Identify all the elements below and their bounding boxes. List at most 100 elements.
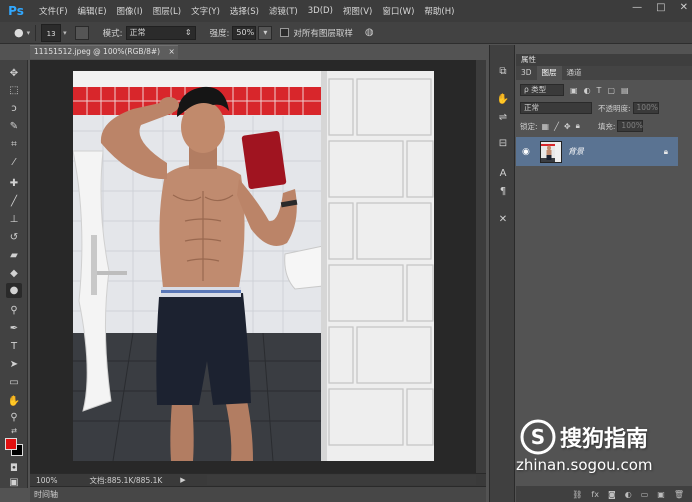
foreground-color-swatch[interactable] bbox=[5, 438, 17, 450]
path-select-tool-icon[interactable]: ➤ bbox=[6, 357, 22, 372]
menu-file[interactable]: 文件(F) bbox=[39, 5, 68, 17]
svg-text:S: S bbox=[531, 425, 545, 449]
brush-tool-icon[interactable]: ╱ bbox=[6, 194, 22, 209]
hand-tool-icon[interactable]: ✋ bbox=[6, 394, 22, 409]
document-photo[interactable] bbox=[73, 71, 434, 461]
layer-row-background[interactable]: ◉ 背景 🔒︎ bbox=[516, 137, 678, 166]
minimize-button[interactable]: — bbox=[632, 2, 642, 13]
lock-paint-icon[interactable]: ╱ bbox=[554, 122, 559, 131]
pen-tool-icon[interactable]: ✒ bbox=[6, 321, 22, 336]
pressure-icon[interactable]: ◍ bbox=[365, 27, 374, 38]
layer-filter-kind[interactable]: ρ 类型 bbox=[520, 84, 564, 96]
menu-window[interactable]: 窗口(W) bbox=[382, 5, 414, 17]
layer-style-icon[interactable]: fx bbox=[591, 490, 599, 499]
menu-3d[interactable]: 3D(D) bbox=[308, 6, 333, 16]
strength-slider-button[interactable]: ▾ bbox=[258, 25, 273, 40]
sample-all-layers-label: 对所有图层取样 bbox=[293, 28, 353, 39]
filter-smart-icon[interactable]: ▤ bbox=[621, 86, 629, 95]
timeline-panel-tab[interactable]: 时间轴 bbox=[30, 486, 486, 502]
document-tab-close-icon[interactable]: × bbox=[168, 47, 174, 56]
layer-name[interactable]: 背景 bbox=[568, 146, 584, 157]
strength-label: 强度: bbox=[209, 28, 230, 39]
history-brush-tool-icon[interactable]: ↺ bbox=[6, 230, 22, 245]
panel-dock: ⧉ ✋ ⇌ ⊟ A ¶ ✕ bbox=[489, 45, 515, 502]
lasso-tool-icon[interactable]: ↄ bbox=[6, 101, 22, 116]
horizontal-scrollbar[interactable] bbox=[207, 475, 476, 485]
menu-view[interactable]: 视图(V) bbox=[343, 5, 372, 17]
preset-dropdown-icon[interactable]: ▾ bbox=[27, 29, 31, 37]
watermark-title: 搜狗指南 bbox=[560, 427, 649, 452]
brush-size-picker[interactable]: 13 bbox=[41, 23, 62, 42]
strength-value: 50% bbox=[236, 27, 255, 37]
menu-image[interactable]: 图像(I) bbox=[117, 5, 143, 17]
filter-type-icon[interactable]: T bbox=[597, 86, 602, 95]
styles-panel-icon[interactable]: ⊟ bbox=[496, 137, 510, 151]
vertical-scrollbar[interactable] bbox=[476, 60, 486, 473]
marquee-tool-icon[interactable]: ⬚ bbox=[6, 83, 22, 98]
dodge-tool-icon[interactable]: ⚲ bbox=[6, 303, 22, 318]
shape-tool-icon[interactable]: ▭ bbox=[6, 375, 22, 390]
link-layers-icon[interactable]: ⛓ bbox=[572, 490, 582, 499]
adjustments-panel-icon[interactable]: ⇌ bbox=[496, 111, 510, 125]
lock-position-icon[interactable]: ✥ bbox=[564, 122, 571, 131]
filter-image-icon[interactable]: ▣ bbox=[570, 86, 578, 95]
menu-bar: Ps 文件(F) 编辑(E) 图像(I) 图层(L) 文字(Y) 选择(S) 滤… bbox=[0, 0, 692, 22]
screen-mode-icon[interactable]: ▣ bbox=[6, 478, 22, 488]
tab-channels[interactable]: 通道 bbox=[562, 66, 587, 80]
stamp-tool-icon[interactable]: ⊥ bbox=[6, 212, 22, 227]
zoom-tool-icon[interactable]: ⚲ bbox=[6, 410, 22, 425]
close-button[interactable]: ✕ bbox=[680, 2, 688, 13]
properties-panel-title[interactable]: 属性 bbox=[516, 54, 692, 66]
zoom-level[interactable]: 100% bbox=[36, 476, 57, 485]
paragraph-panel-icon[interactable]: ¶ bbox=[496, 185, 510, 199]
menu-layer[interactable]: 图层(L) bbox=[153, 5, 181, 17]
history-panel-icon[interactable]: ⧉ bbox=[496, 65, 510, 79]
mode-select[interactable]: 正常 ⇕ bbox=[125, 25, 196, 40]
menu-edit[interactable]: 编辑(E) bbox=[78, 5, 107, 17]
sample-all-layers-checkbox[interactable] bbox=[280, 28, 290, 37]
lock-all-icon[interactable]: 🔒︎ bbox=[576, 121, 580, 131]
eraser-tool-icon[interactable]: ▰ bbox=[6, 248, 22, 263]
filter-adjust-icon[interactable]: ◐ bbox=[584, 86, 591, 95]
blend-mode-select[interactable]: 正常 bbox=[520, 102, 592, 114]
tool-presets-icon[interactable]: ✕ bbox=[496, 213, 510, 227]
filter-shape-icon[interactable]: ▢ bbox=[607, 86, 615, 95]
menu-select[interactable]: 选择(S) bbox=[230, 5, 259, 17]
menu-filter[interactable]: 滤镜(T) bbox=[269, 5, 298, 17]
opacity-input[interactable]: 100% bbox=[632, 102, 659, 114]
canvas-area[interactable] bbox=[30, 60, 486, 473]
menu-type[interactable]: 文字(Y) bbox=[191, 5, 220, 17]
add-mask-icon[interactable]: ◙ bbox=[608, 490, 616, 499]
mode-label: 模式: bbox=[102, 28, 123, 39]
lock-pixels-icon[interactable]: ▦ bbox=[542, 122, 550, 131]
actions-panel-icon[interactable]: ✋ bbox=[496, 93, 510, 107]
tab-3d[interactable]: 3D bbox=[516, 66, 537, 80]
new-adjustment-icon[interactable]: ◐ bbox=[625, 490, 632, 499]
maximize-button[interactable]: □ bbox=[656, 2, 665, 13]
blur-tool-preset-icon[interactable]: ● bbox=[14, 26, 24, 39]
brush-panel-toggle-icon[interactable] bbox=[74, 25, 89, 40]
move-tool-icon[interactable]: ✥ bbox=[6, 66, 22, 81]
blur-tool-icon[interactable]: ● bbox=[6, 283, 22, 298]
tab-layers[interactable]: 图层 bbox=[536, 66, 562, 80]
quick-mask-icon[interactable]: ◘ bbox=[6, 461, 22, 476]
quick-select-tool-icon[interactable]: ✎ bbox=[6, 119, 22, 134]
status-arrow-icon[interactable]: ▶ bbox=[180, 476, 185, 484]
layer-visibility-eye-icon[interactable]: ◉ bbox=[522, 147, 530, 157]
fill-input[interactable]: 100% bbox=[617, 120, 644, 132]
crop-tool-icon[interactable]: ⌗ bbox=[6, 137, 22, 152]
swap-colors-icon[interactable]: ⇄ bbox=[6, 424, 22, 439]
type-tool-icon[interactable]: T bbox=[6, 339, 22, 354]
document-tab[interactable]: 11151512.jpeg @ 100%(RGB/8#) × bbox=[30, 45, 178, 59]
strength-input[interactable]: 50% bbox=[232, 25, 257, 40]
new-layer-icon[interactable]: ▣ bbox=[657, 490, 665, 499]
eyedropper-tool-icon[interactable]: ⁄ bbox=[6, 155, 22, 170]
healing-tool-icon[interactable]: ✚ bbox=[6, 176, 22, 191]
menu-help[interactable]: 帮助(H) bbox=[424, 5, 454, 17]
new-group-icon[interactable]: ▭ bbox=[641, 490, 649, 499]
delete-layer-icon[interactable]: 🗑︎ bbox=[674, 490, 684, 499]
paint-bucket-tool-icon[interactable]: ◆ bbox=[6, 266, 22, 281]
fill-label: 填充: bbox=[597, 121, 616, 131]
brush-size-dropdown-icon[interactable]: ▾ bbox=[63, 29, 67, 37]
character-panel-icon[interactable]: A bbox=[496, 167, 510, 181]
